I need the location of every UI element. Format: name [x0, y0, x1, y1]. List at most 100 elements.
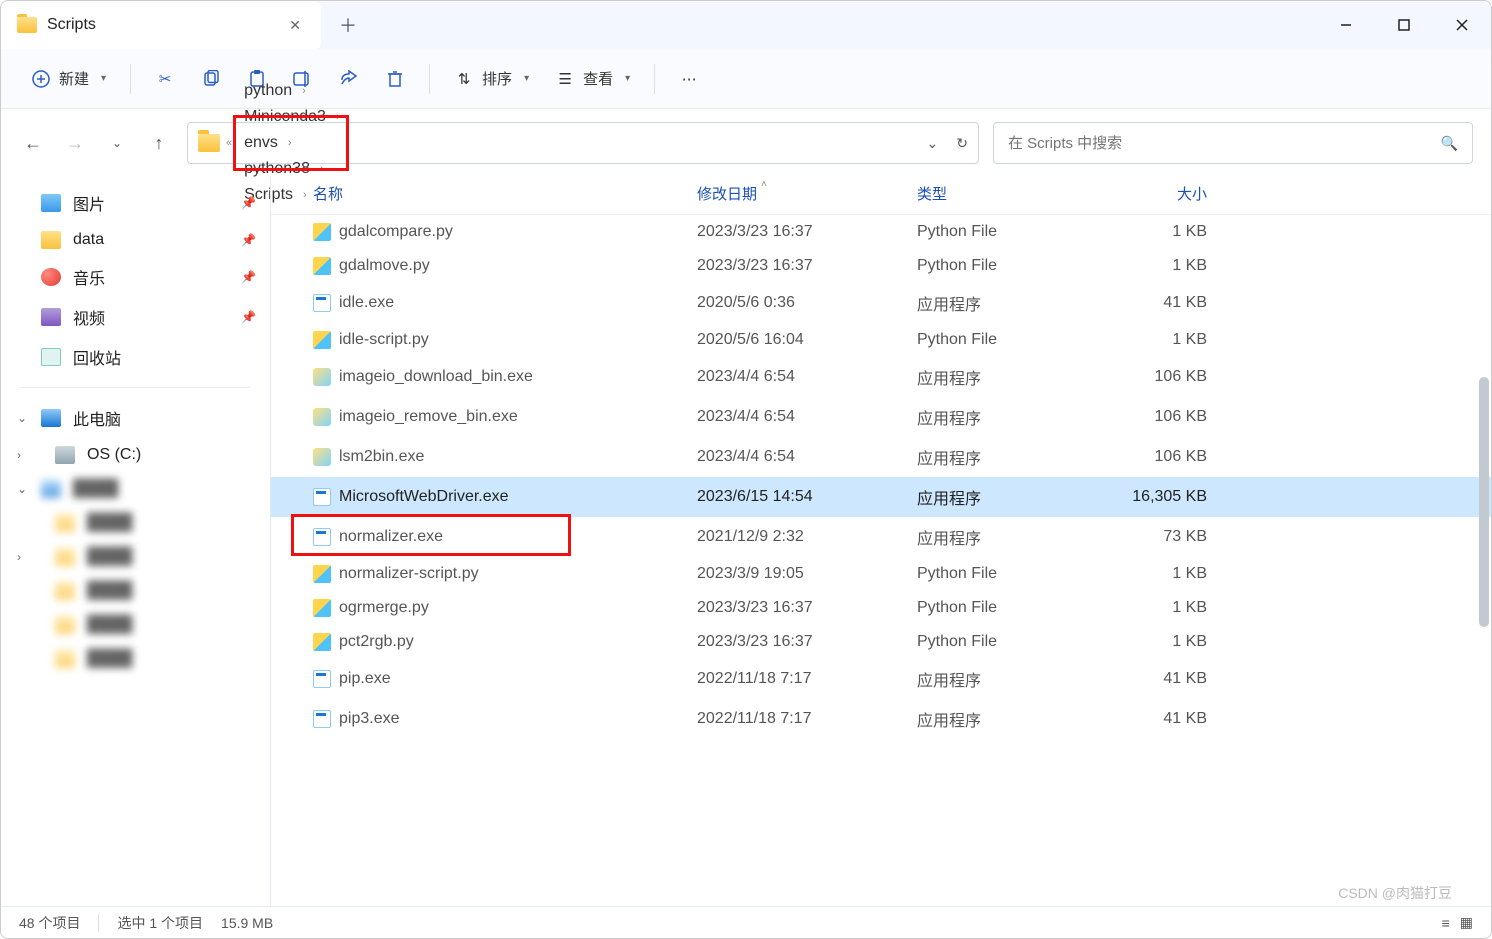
thumbnails-view-button[interactable]: ▦: [1460, 914, 1473, 931]
sidebar-item-drive[interactable]: › OS (C:): [1, 438, 270, 472]
sidebar-item[interactable]: 音乐📌: [1, 257, 270, 297]
sidebar-item[interactable]: 图片📌: [1, 183, 270, 223]
sidebar-item-blurred[interactable]: ›████: [1, 540, 270, 574]
table-row[interactable]: pct2rgb.py 2023/3/23 16:37 Python File 1…: [271, 625, 1491, 659]
refresh-button[interactable]: ↻: [956, 135, 968, 152]
new-tab-button[interactable]: ＋: [321, 12, 375, 38]
history-dropdown[interactable]: ⌄: [927, 135, 939, 152]
sidebar-item-blurred[interactable]: ████: [1, 608, 270, 642]
column-date[interactable]: 修改日期: [697, 183, 917, 204]
delete-button[interactable]: [375, 63, 415, 95]
file-name: gdalcompare.py: [339, 223, 453, 241]
sidebar-item[interactable]: 视频📌: [1, 297, 270, 337]
file-list[interactable]: gdalcompare.py 2023/3/23 16:37 Python Fi…: [271, 215, 1491, 906]
sidebar-item-blurred[interactable]: ⌄ ████: [1, 472, 270, 506]
table-row[interactable]: MicrosoftWebDriver.exe 2023/6/15 14:54 应…: [271, 477, 1491, 517]
scrollbar[interactable]: [1479, 377, 1489, 627]
sidebar-item-blurred[interactable]: ████: [1, 574, 270, 608]
breadcrumb-item[interactable]: python›: [238, 78, 346, 104]
table-row[interactable]: idle-script.py 2020/5/6 16:04 Python Fil…: [271, 323, 1491, 357]
file-size: 1 KB: [1097, 633, 1227, 651]
chevron-right-icon: ›: [288, 137, 292, 149]
toolbar: 新建 ▾ ✂ ⇅ 排序 ▾ ☰ 查看 ▾ ⋯: [1, 49, 1491, 109]
file-name: idle-script.py: [339, 331, 429, 349]
file-date: 2023/3/23 16:37: [697, 599, 917, 617]
nav-row: ← → ⌄ ↑ « python›Miniconda3›envs›python3…: [1, 109, 1491, 177]
table-row[interactable]: gdalcompare.py 2023/3/23 16:37 Python Fi…: [271, 215, 1491, 249]
details-view-button[interactable]: ≡: [1442, 915, 1450, 931]
forward-button[interactable]: →: [61, 129, 89, 157]
sidebar-item-label: 视频: [73, 305, 105, 329]
table-row[interactable]: idle.exe 2020/5/6 0:36 应用程序 41 KB: [271, 283, 1491, 323]
search-input[interactable]: [1008, 135, 1431, 152]
sidebar-item-icon: [41, 348, 61, 366]
maximize-button[interactable]: [1375, 1, 1433, 49]
file-name: normalizer.exe: [339, 528, 443, 546]
sidebar-item-icon: [41, 308, 61, 326]
tab-close-button[interactable]: ✕: [285, 13, 305, 38]
file-name: imageio_download_bin.exe: [339, 368, 533, 386]
column-name[interactable]: 名称: [307, 183, 697, 204]
file-type: 应用程序: [917, 291, 1097, 315]
separator: [429, 64, 430, 94]
table-row[interactable]: normalizer-script.py 2023/3/9 19:05 Pyth…: [271, 557, 1491, 591]
file-icon: [313, 599, 331, 617]
collapse-icon[interactable]: ⌄: [17, 411, 27, 425]
pin-icon: 📌: [241, 233, 256, 247]
breadcrumb-item[interactable]: Miniconda3›: [238, 104, 346, 130]
more-button[interactable]: ⋯: [669, 63, 709, 95]
sidebar[interactable]: 图片📌 data 📌 音乐📌视频📌回收站 ⌄ 此电脑 › OS (C:) ⌄ ████…: [1, 177, 271, 906]
expand-icon[interactable]: ›: [17, 448, 21, 462]
file-name: imageio_remove_bin.exe: [339, 408, 518, 426]
chevron-down-icon: ▾: [625, 73, 630, 84]
collapse-icon[interactable]: ⌄: [17, 482, 27, 496]
up-button[interactable]: ↑: [145, 129, 173, 157]
separator: [654, 64, 655, 94]
tab-scripts[interactable]: Scripts ✕: [1, 1, 321, 49]
table-row[interactable]: lsm2bin.exe 2023/4/4 6:54 应用程序 106 KB: [271, 437, 1491, 477]
file-name: MicrosoftWebDriver.exe: [339, 488, 509, 506]
table-row[interactable]: ogrmerge.py 2023/3/23 16:37 Python File …: [271, 591, 1491, 625]
recent-button[interactable]: ⌄: [103, 129, 131, 157]
table-row[interactable]: normalizer.exe 2021/12/9 2:32 应用程序 73 KB: [271, 517, 1491, 557]
cut-button[interactable]: ✂: [145, 63, 185, 95]
file-size: 1 KB: [1097, 331, 1227, 349]
file-type: 应用程序: [917, 667, 1097, 691]
sort-button[interactable]: ⇅ 排序 ▾: [444, 62, 539, 95]
table-row[interactable]: imageio_remove_bin.exe 2023/4/4 6:54 应用程…: [271, 397, 1491, 437]
search-box[interactable]: 🔍: [993, 122, 1473, 164]
file-name: normalizer-script.py: [339, 565, 479, 583]
file-size: 41 KB: [1097, 670, 1227, 688]
file-icon: [313, 633, 331, 651]
sidebar-item-thispc[interactable]: ⌄ 此电脑: [1, 398, 270, 438]
close-button[interactable]: [1433, 1, 1491, 49]
address-bar[interactable]: « python›Miniconda3›envs›python38›Script…: [187, 122, 979, 164]
new-button[interactable]: 新建 ▾: [21, 62, 116, 95]
table-row[interactable]: imageio_download_bin.exe 2023/4/4 6:54 应…: [271, 357, 1491, 397]
column-type[interactable]: 类型: [917, 183, 1097, 204]
status-count: 48 个项目: [19, 913, 80, 933]
file-icon: [313, 223, 331, 241]
column-size[interactable]: 大小: [1097, 183, 1227, 204]
file-size: 1 KB: [1097, 565, 1227, 583]
file-date: 2023/4/4 6:54: [697, 408, 917, 426]
sidebar-item-blurred[interactable]: ████: [1, 506, 270, 540]
breadcrumb-item[interactable]: envs›: [238, 130, 346, 156]
sidebar-label-blurred: ████: [73, 480, 118, 498]
trash-icon: [385, 69, 405, 89]
back-button[interactable]: ←: [19, 129, 47, 157]
view-button[interactable]: ☰ 查看 ▾: [545, 62, 640, 95]
table-row[interactable]: pip.exe 2022/11/18 7:17 应用程序 41 KB: [271, 659, 1491, 699]
copy-button[interactable]: [191, 63, 231, 95]
file-date: 2023/3/23 16:37: [697, 633, 917, 651]
minimize-button[interactable]: [1317, 1, 1375, 49]
sidebar-item-label: 图片: [73, 191, 105, 215]
file-date: 2023/3/9 19:05: [697, 565, 917, 583]
file-date: 2023/6/15 14:54: [697, 488, 917, 506]
sidebar-item[interactable]: 回收站: [1, 337, 270, 377]
sidebar-item-blurred[interactable]: ████: [1, 642, 270, 676]
sidebar-item[interactable]: data 📌: [1, 223, 270, 257]
table-row[interactable]: pip3.exe 2022/11/18 7:17 应用程序 41 KB: [271, 699, 1491, 739]
sidebar-item-label: data: [73, 231, 104, 249]
table-row[interactable]: gdalmove.py 2023/3/23 16:37 Python File …: [271, 249, 1491, 283]
